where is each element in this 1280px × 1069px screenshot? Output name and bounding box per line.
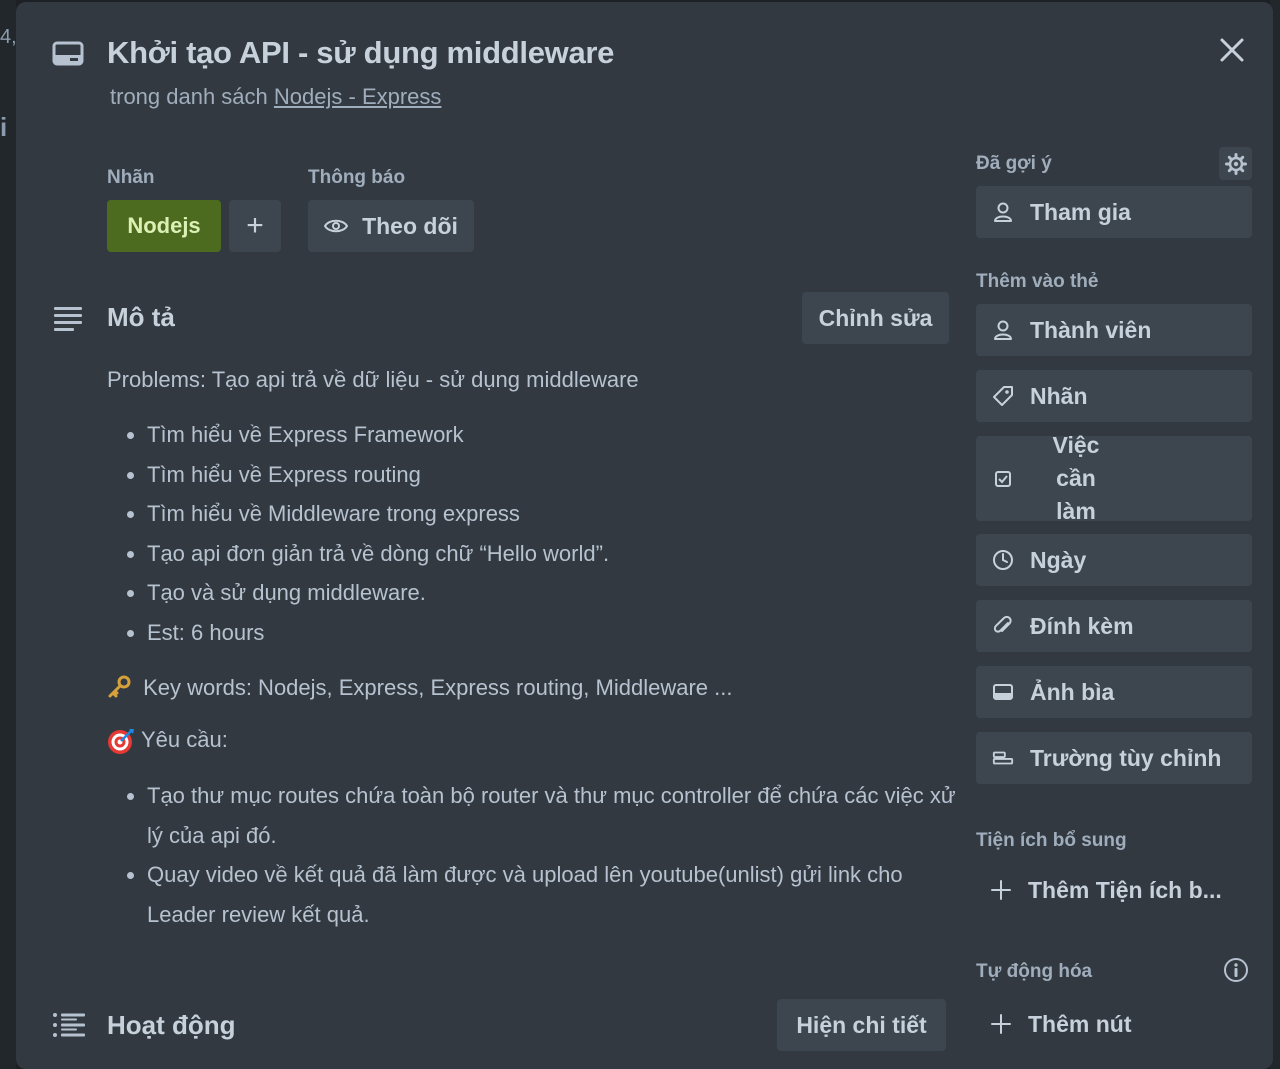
description-icon [52,304,84,332]
requirements-list: Tạo thư mục routes chứa toàn bộ router v… [107,776,957,934]
description-content[interactable]: Problems: Tạo api trả về dữ liệu - sử dụ… [107,364,957,934]
task-list: Tìm hiểu về Express Framework Tìm hiểu v… [107,415,957,652]
labels-button-label: Nhãn [1030,382,1088,409]
eye-icon [324,218,349,234]
suggested-settings-button[interactable] [1219,147,1252,180]
list-prefix: trong danh sách [110,84,274,109]
checklist-label: Việc cần làm [1030,429,1122,528]
checklist-button[interactable]: Việc cần làm [976,432,1252,524]
labels-heading: Nhãn [107,167,155,188]
labels-button[interactable]: Nhãn [976,370,1252,422]
edit-description-button[interactable]: Chỉnh sửa [802,292,949,344]
requirements-heading-line: Yêu cầu: [107,724,957,756]
activity-icon [52,1012,86,1038]
add-to-card-heading: Thêm vào thẻ [976,271,1099,292]
members-label: Thành viên [1030,316,1152,343]
label-chip-nodejs[interactable]: Nodejs [107,200,221,252]
plus-icon: + [246,209,264,242]
notifications-heading: Thông báo [308,167,406,188]
show-details-button[interactable]: Hiện chi tiết [777,999,946,1051]
edit-label: Chỉnh sửa [818,304,933,331]
plus-icon [990,1013,1012,1035]
list-item: Tạo api đơn giản trả về dòng chữ “Hello … [147,534,957,574]
add-button-label: Thêm nút [1028,1010,1132,1037]
close-icon[interactable] [1214,32,1250,68]
cover-button[interactable]: Ảnh bìa [976,666,1252,718]
key-icon [107,675,137,700]
clock-icon [992,549,1014,571]
backdrop-text-fragment: i [0,112,8,142]
person-icon [992,320,1014,340]
custom-fields-label: Trường tùy chỉnh [1030,744,1222,771]
dates-label: Ngày [1030,546,1087,573]
keywords-text: Key words: Nodejs, Express, Express rout… [143,675,733,700]
list-item: Tạo thư mục routes chứa toàn bộ router v… [147,776,957,855]
cover-label: Ảnh bìa [1030,678,1115,705]
list-item: Est: 6 hours [147,613,957,653]
info-icon[interactable] [1223,957,1249,983]
watch-label: Theo dõi [362,212,458,239]
activity-heading: Hoạt động [107,1010,236,1040]
add-button-button[interactable]: Thêm nút [976,1000,1252,1048]
list-item: Tạo và sử dụng middleware. [147,573,957,613]
card-cover-icon [992,683,1014,701]
backdrop-text-fragment: 4, [0,26,17,48]
attachment-label: Đính kèm [1030,612,1134,639]
checkbox-icon [992,470,1014,488]
gear-icon [1224,152,1247,175]
list-item: Tìm hiểu về Express Framework [147,415,957,455]
members-button[interactable]: Thành viên [976,304,1252,356]
show-details-label: Hiện chi tiết [796,1011,927,1038]
list-item: Tìm hiểu về Middleware trong express [147,494,957,534]
custom-fields-icon [992,749,1014,767]
card-list-location: trong danh sách Nodejs - Express [110,84,441,110]
card-detail-modal: Khởi tạo API - sử dụng middleware trong … [16,2,1273,1069]
add-powerup-label: Thêm Tiện ích b... [1028,876,1222,903]
keywords-line: Key words: Nodejs, Express, Express rout… [107,672,957,704]
list-link[interactable]: Nodejs - Express [274,84,442,109]
join-label: Tham gia [1030,198,1131,225]
dates-button[interactable]: Ngày [976,534,1252,586]
requirements-heading: Yêu cầu: [141,727,228,752]
watch-button[interactable]: Theo dõi [308,200,474,252]
automation-heading: Tự động hóa [976,961,1093,982]
list-item: Quay video về kết quả đã làm được và upl… [147,855,957,934]
add-powerup-button[interactable]: Thêm Tiện ích b... [976,866,1252,914]
attachment-button[interactable]: Đính kèm [976,600,1252,652]
suggested-heading: Đã gợi ý [976,153,1052,174]
board-backdrop-left: 4, i [0,0,17,1069]
custom-fields-button[interactable]: Trường tùy chỉnh [976,732,1252,784]
paperclip-icon [992,615,1014,637]
list-item: Tìm hiểu về Express routing [147,455,957,495]
add-label-button[interactable]: + [229,200,281,252]
target-icon [107,727,135,755]
checklist-label-line1: Việc cần [1052,432,1100,491]
tag-icon [992,385,1014,407]
person-icon [992,202,1014,222]
card-title[interactable]: Khởi tạo API - sử dụng middleware [107,35,614,71]
plus-icon [990,879,1012,901]
join-button[interactable]: Tham gia [976,186,1252,238]
description-heading: Mô tả [107,302,175,332]
card-icon [52,40,84,68]
checklist-label-line2: làm [1056,498,1096,524]
powerups-heading: Tiện ích bổ sung [976,830,1127,851]
problems-text: Problems: Tạo api trả về dữ liệu - sử dụ… [107,367,639,392]
